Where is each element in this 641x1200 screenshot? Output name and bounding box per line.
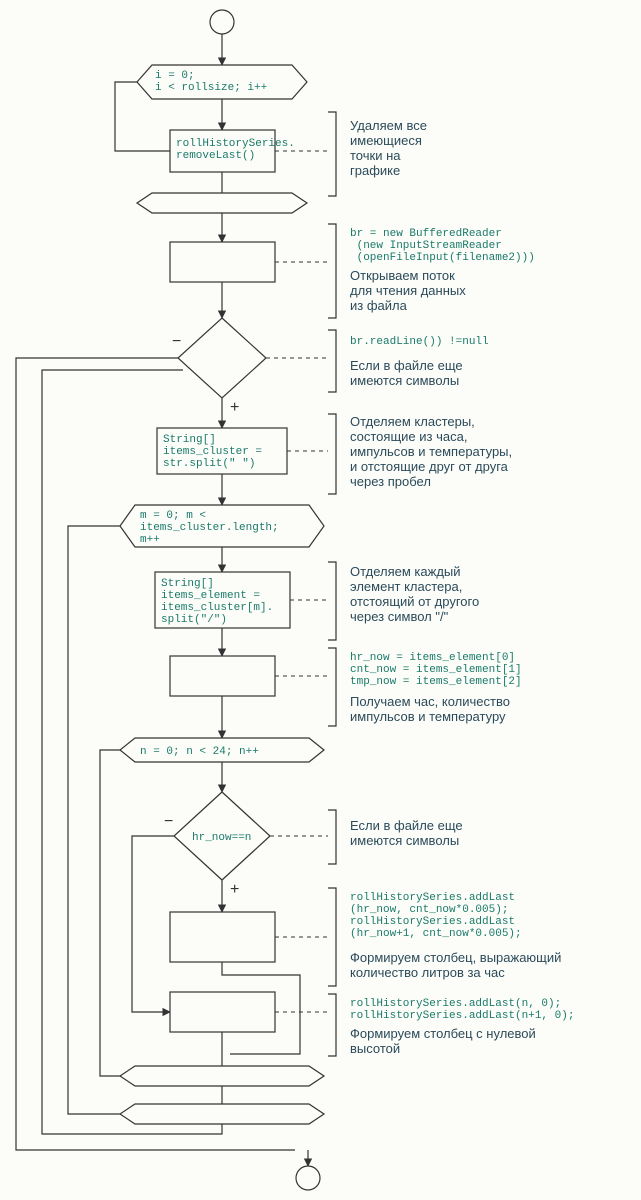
block7-code: rollHistorySeries.addLast(n, 0);rollHist… <box>350 998 574 1022</box>
loop3-header-text: n = 0; n < 24; n++ <box>140 746 259 758</box>
block5-code: hr_now = items_element[0]cnt_now = items… <box>350 652 522 688</box>
block5 <box>170 656 275 696</box>
dec2-minus: − <box>164 813 173 830</box>
block2 <box>170 242 275 282</box>
dec2-plus: + <box>230 881 239 898</box>
block2-desc: Открываем потокдля чтения данныхиз файла <box>350 268 466 313</box>
end-node <box>296 1166 320 1190</box>
block5-desc: Получаем час, количествоимпульсов и темп… <box>350 694 510 724</box>
loop1-footer <box>137 193 307 213</box>
block4-desc: Отделяем каждыйэлемент кластера,отстоящи… <box>350 564 479 624</box>
block3-desc: Отделяем кластеры,состоящие из часа,импу… <box>350 414 512 489</box>
loop3-footer <box>120 1066 324 1086</box>
dec1-desc: Если в файле ещеимеются символы <box>350 358 463 388</box>
dec1-code: br.readLine()) !=null <box>350 336 489 348</box>
ann1-desc: Удаляем всеимеющиесяточки награфике <box>350 118 427 178</box>
dec1-plus: + <box>230 399 239 416</box>
block1-code: rollHistorySeries.removeLast() <box>176 138 295 162</box>
dec2-desc: Если в файле ещеимеются символы <box>350 818 463 848</box>
block7 <box>170 992 275 1032</box>
loop2-footer <box>120 1104 324 1124</box>
block7-desc: Формируем столбец с нулевойвысотой <box>350 1026 536 1056</box>
start-node <box>210 10 234 34</box>
dec2-code: hr_now==n <box>192 832 251 844</box>
decision1 <box>178 318 266 398</box>
block6 <box>170 912 275 962</box>
block2-code: br = new BufferedReader (new InputStream… <box>350 228 535 264</box>
block6-code: rollHistorySeries.addLast(hr_now, cnt_no… <box>350 892 522 940</box>
block6-desc: Формируем столбец, выражающийколичество … <box>350 950 561 980</box>
dec1-minus: − <box>172 333 181 350</box>
